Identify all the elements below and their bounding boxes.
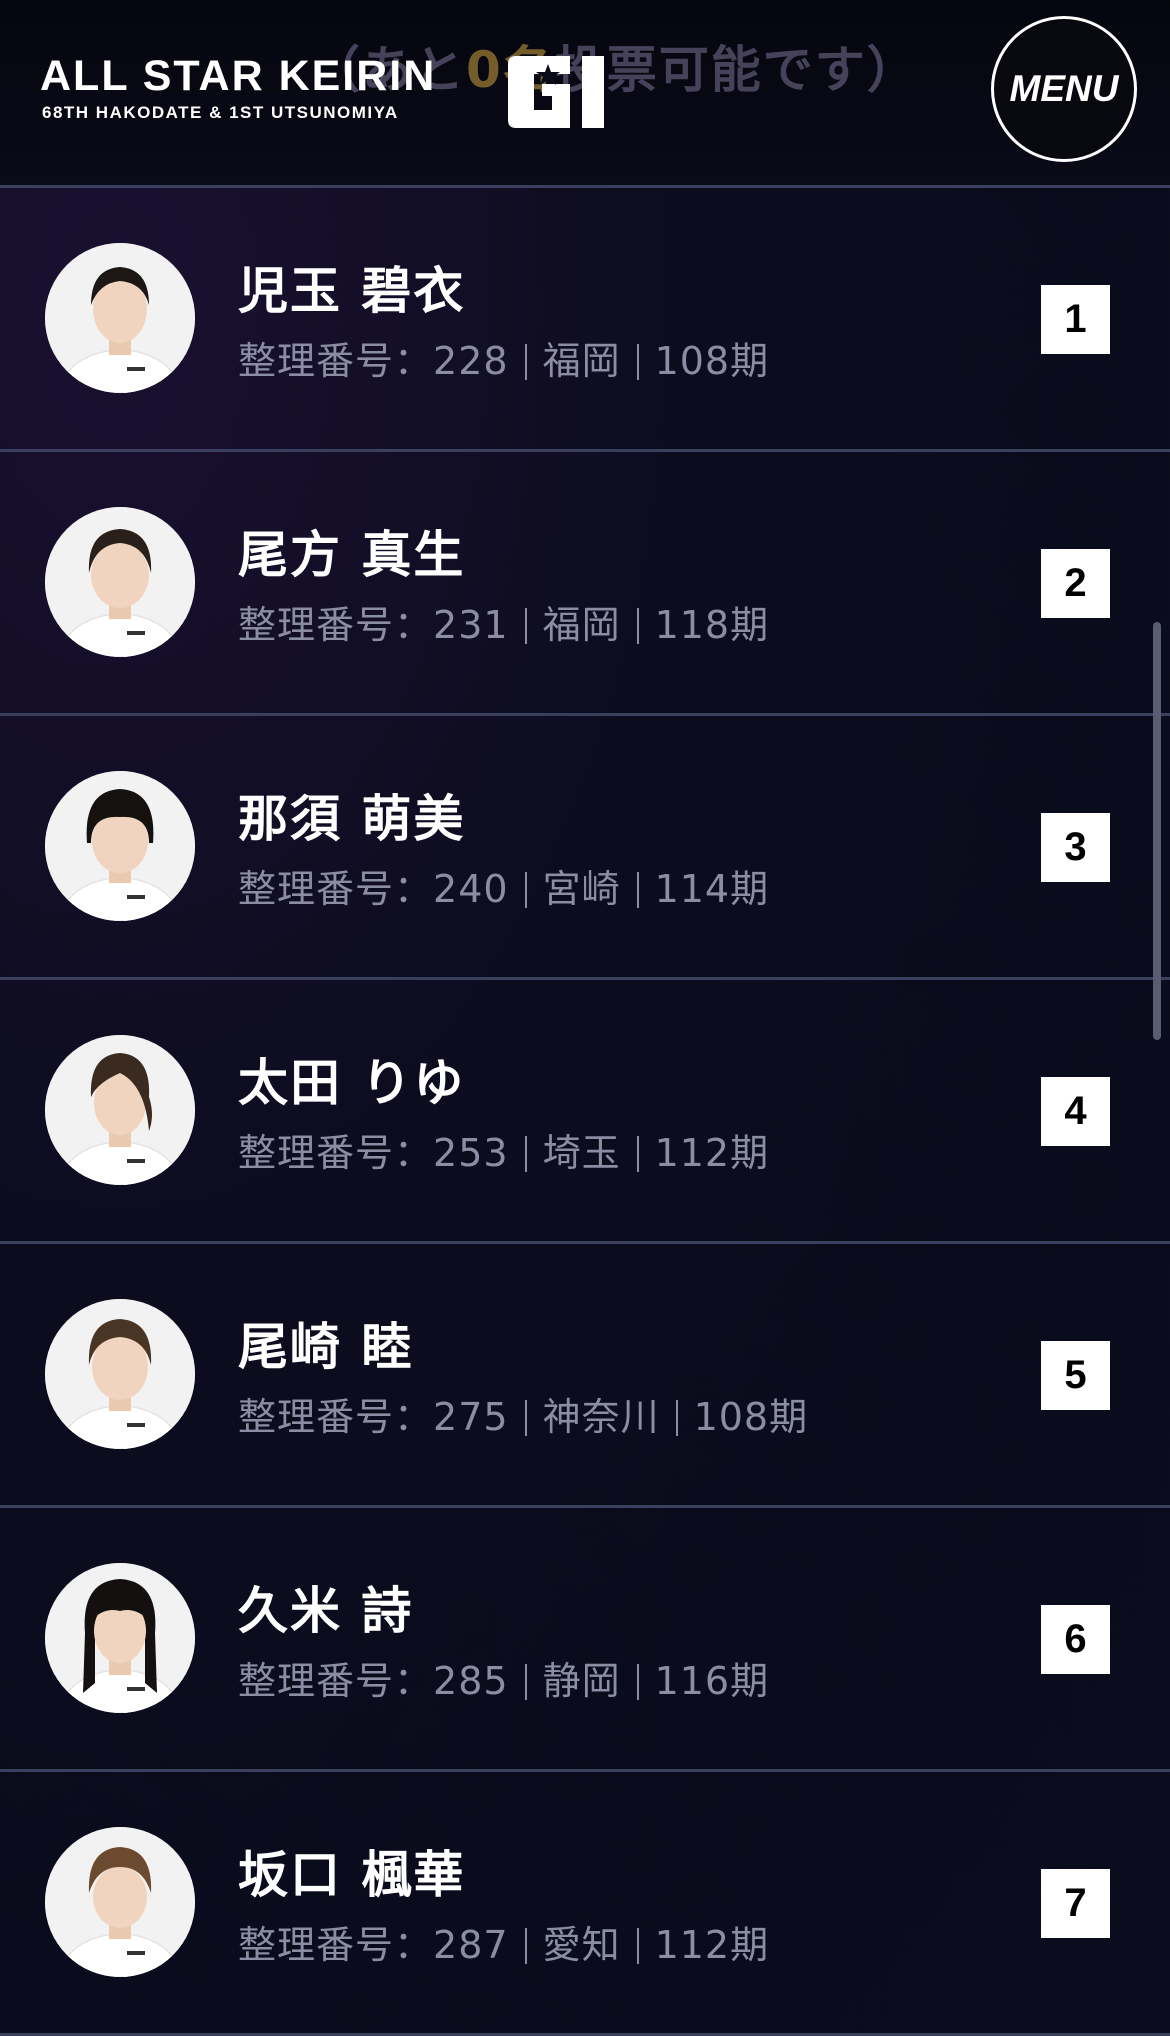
- separator: [524, 1136, 527, 1172]
- reg-number: 228: [433, 339, 509, 383]
- rider-meta: 整理番号：287 愛知 112期: [238, 1923, 770, 1967]
- rider-name: 児玉 碧衣: [238, 262, 466, 320]
- prefecture: 宮崎: [542, 867, 621, 911]
- rider-row[interactable]: 尾崎 睦 整理番号：275 神奈川 108期 5: [0, 1244, 1170, 1508]
- reg-label: 整理番号: [238, 1395, 395, 1439]
- rider-meta: 整理番号：231 福岡 118期: [238, 603, 770, 647]
- reg-label: 整理番号: [238, 1923, 395, 1967]
- separator: [524, 344, 527, 380]
- term: 108期: [693, 1395, 809, 1439]
- rank-badge: 1: [1041, 285, 1110, 354]
- prefecture: 愛知: [542, 1923, 621, 1967]
- rider-name: 太田 りゆ: [238, 1054, 466, 1112]
- rider-meta: 整理番号：275 神奈川 108期: [238, 1395, 809, 1439]
- separator: [636, 872, 639, 908]
- reg-number: 253: [433, 1131, 509, 1175]
- separator: [675, 1400, 678, 1436]
- rider-name: 尾方 真生: [238, 526, 466, 584]
- separator: [636, 1136, 639, 1172]
- rider-row[interactable]: 児玉 碧衣 整理番号：228 福岡 108期 1: [0, 188, 1170, 452]
- rider-row[interactable]: 久米 詩 整理番号：285 静岡 116期 6: [0, 1508, 1170, 1772]
- rider-photo-icon: [45, 1563, 195, 1713]
- reg-number: 275: [433, 1395, 509, 1439]
- menu-button[interactable]: MENU: [991, 16, 1137, 162]
- rider-meta: 整理番号：228 福岡 108期: [238, 339, 770, 383]
- rider-photo-icon: [45, 1299, 195, 1449]
- reg-number: 231: [433, 603, 509, 647]
- reg-label: 整理番号: [238, 867, 395, 911]
- gi-grade-badge-icon: [508, 56, 623, 128]
- prefecture: 福岡: [542, 339, 621, 383]
- separator: [636, 1928, 639, 1964]
- separator: [636, 344, 639, 380]
- separator: [524, 608, 527, 644]
- term: 112期: [654, 1131, 770, 1175]
- rider-row[interactable]: 坂口 楓華 整理番号：287 愛知 112期 7: [0, 1772, 1170, 2036]
- prefecture: 福岡: [542, 603, 621, 647]
- rider-meta: 整理番号：253 埼玉 112期: [238, 1131, 770, 1175]
- rank-badge: 6: [1041, 1605, 1110, 1674]
- separator: [636, 1664, 639, 1700]
- rider-row[interactable]: 那須 萌美 整理番号：240 宮崎 114期 3: [0, 716, 1170, 980]
- reg-label: 整理番号: [238, 1659, 395, 1703]
- rank-badge: 3: [1041, 813, 1110, 882]
- separator: [524, 872, 527, 908]
- rider-photo-icon: [45, 507, 195, 657]
- rider-photo-icon: [45, 243, 195, 393]
- reg-number: 285: [433, 1659, 509, 1703]
- term: 118期: [654, 603, 770, 647]
- rank-badge: 2: [1041, 549, 1110, 618]
- prefecture: 埼玉: [542, 1131, 621, 1175]
- rank-badge: 5: [1041, 1341, 1110, 1410]
- reg-label: 整理番号: [238, 339, 395, 383]
- rank-badge: 7: [1041, 1869, 1110, 1938]
- rider-row[interactable]: 太田 りゆ 整理番号：253 埼玉 112期 4: [0, 980, 1170, 1244]
- separator: [524, 1400, 527, 1436]
- separator: [636, 608, 639, 644]
- scrollbar-thumb[interactable]: [1153, 622, 1161, 1040]
- term: 114期: [654, 867, 770, 911]
- rider-name: 久米 詩: [238, 1582, 414, 1640]
- logo-title[interactable]: ALL STAR KEIRIN: [40, 52, 436, 101]
- separator: [524, 1664, 527, 1700]
- prefecture: 静岡: [542, 1659, 621, 1703]
- rank-badge: 4: [1041, 1077, 1110, 1146]
- rider-meta: 整理番号：285 静岡 116期: [238, 1659, 770, 1703]
- separator: [524, 1928, 527, 1964]
- rider-name: 那須 萌美: [238, 790, 466, 848]
- logo-subtitle: 68TH HAKODATE & 1ST UTSUNOMIYA: [42, 103, 399, 122]
- term: 116期: [654, 1659, 770, 1703]
- rider-meta: 整理番号：240 宮崎 114期: [238, 867, 770, 911]
- term: 112期: [654, 1923, 770, 1967]
- prefecture: 神奈川: [542, 1395, 660, 1439]
- rider-name: 坂口 楓華: [238, 1846, 466, 1904]
- rider-photo-icon: [45, 1827, 195, 1977]
- reg-label: 整理番号: [238, 603, 395, 647]
- rider-list: 児玉 碧衣 整理番号：228 福岡 108期 1 尾方 真生 整理番号：231 福岡 1…: [0, 188, 1170, 2036]
- reg-number: 240: [433, 867, 509, 911]
- rider-row[interactable]: 尾方 真生 整理番号：231 福岡 118期 2: [0, 452, 1170, 716]
- rider-photo-icon: [45, 771, 195, 921]
- term: 108期: [654, 339, 770, 383]
- rider-photo-icon: [45, 1035, 195, 1185]
- reg-label: 整理番号: [238, 1131, 395, 1175]
- reg-number: 287: [433, 1923, 509, 1967]
- rider-name: 尾崎 睦: [238, 1318, 414, 1376]
- site-header: （あと0名投票可能です） ALL STAR KEIRIN 68TH HAKODA…: [0, 0, 1170, 188]
